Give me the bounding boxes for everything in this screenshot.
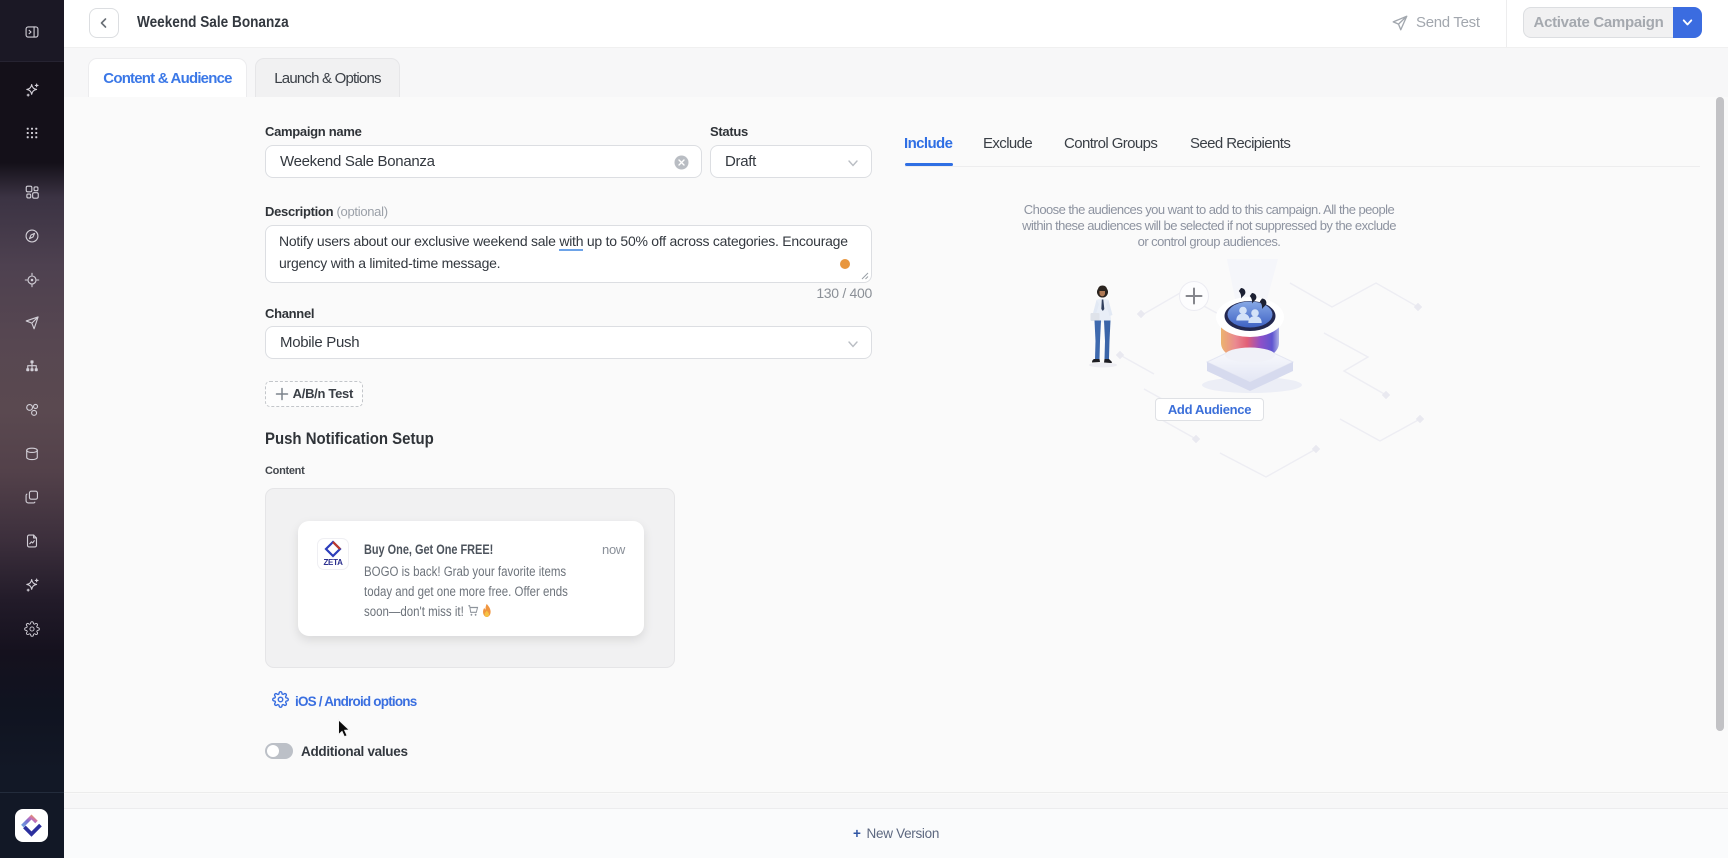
svg-text:ZETA: ZETA xyxy=(323,558,343,567)
